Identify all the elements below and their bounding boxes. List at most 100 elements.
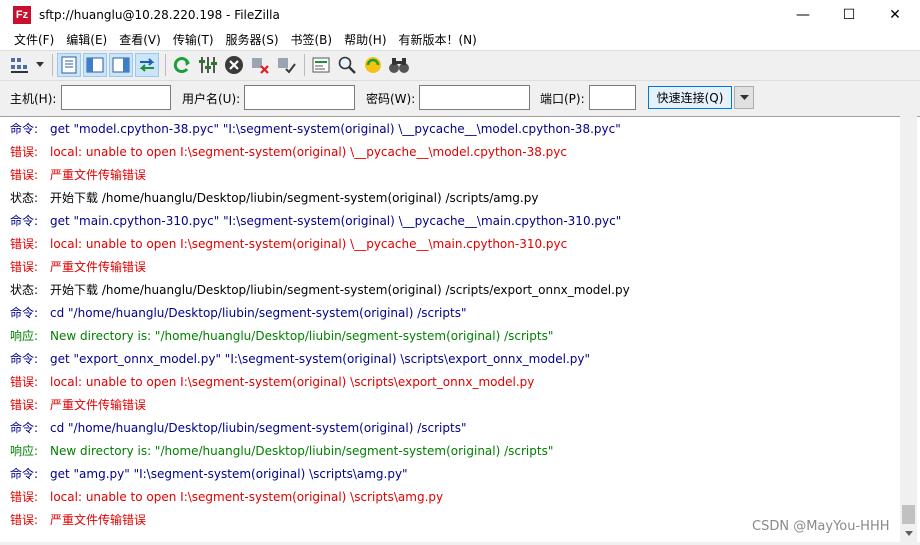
log-message: 严重文件传输错误 [50, 513, 147, 527]
log-message: New directory is: "/home/huanglu/Desktop… [50, 443, 554, 458]
log-type: 错误: [10, 398, 39, 412]
log-type: 响应: [10, 444, 39, 458]
log-message: local: unable to open I:\segment-system(… [50, 489, 444, 504]
log-type: 命令: [10, 214, 39, 228]
log-message: 开始下载 /home/huanglu/Desktop/liubin/segmen… [50, 191, 539, 205]
menu-bookmarks[interactable]: 书签(B) [285, 30, 339, 50]
log-message: get "amg.py" "I:\segment-system(original… [50, 466, 408, 481]
message-log: 命令: get "model.cpython-38.pyc" "I:\segmen… [0, 116, 920, 542]
toolbar [0, 50, 920, 78]
chevron-down-icon [36, 61, 44, 67]
menu-server[interactable]: 服务器(S) [220, 30, 285, 50]
log-message: get "export_onnx_model.py" "I:\segment-s… [50, 351, 591, 366]
binoculars-icon [389, 57, 409, 73]
log-type: 错误: [10, 145, 39, 159]
log-message: 严重文件传输错误 [50, 168, 147, 182]
log-type: 命令: [10, 306, 39, 320]
toggle-filename-filter-button[interactable] [335, 53, 359, 77]
disconnect-button[interactable] [248, 53, 272, 77]
filezilla-logo-icon: Fz [13, 6, 31, 24]
menu-edit[interactable]: 编辑(E) [60, 30, 113, 50]
scrollbar-thumb[interactable] [902, 505, 915, 524]
log-type: 错误: [10, 237, 39, 251]
transfer-arrows-icon [139, 57, 155, 72]
log-type: 错误: [10, 375, 39, 389]
menu-bar: 文件(F) 编辑(E) 查看(V) 传输(T) 服务器(S) 书签(B) 帮助(… [0, 30, 920, 50]
disconnect-icon [252, 57, 269, 74]
message-log-icon [61, 56, 77, 73]
toggle-message-log-button[interactable] [57, 52, 81, 77]
log-message: local: unable to open I:\segment-system(… [50, 236, 568, 251]
toolbar-separator [52, 53, 53, 76]
process-queue-button[interactable] [196, 53, 220, 77]
close-button[interactable]: ✕ [872, 0, 918, 30]
menu-transfer[interactable]: 传输(T) [167, 30, 220, 50]
chevron-down-icon [904, 531, 913, 536]
log-type: 命令: [10, 122, 39, 136]
log-type: 状态: [10, 283, 39, 297]
site-manager-icon [11, 57, 28, 73]
minimize-button[interactable]: — [780, 0, 826, 30]
cancel-operation-button[interactable] [222, 53, 246, 77]
maximize-icon: ☐ [842, 7, 856, 23]
reconnect-icon [278, 57, 296, 74]
menu-help[interactable]: 帮助(H) [338, 30, 392, 50]
chevron-down-icon [739, 94, 749, 100]
watermark: CSDN @MayYou-HHH [752, 519, 890, 534]
log-type: 错误: [10, 260, 39, 274]
log-message: cd "/home/huanglu/Desktop/liubin/segment… [50, 305, 467, 320]
host-input[interactable] [61, 85, 171, 110]
toggle-local-tree-button[interactable] [83, 52, 107, 77]
site-manager-dropdown[interactable] [34, 53, 46, 77]
log-message: local: unable to open I:\segment-system(… [50, 144, 567, 159]
log-type: 命令: [10, 467, 39, 481]
menu-file[interactable]: 文件(F) [8, 30, 60, 50]
sync-browse-icon [365, 56, 381, 73]
password-label: 密码(W): [366, 92, 416, 106]
maximize-button[interactable]: ☐ [826, 0, 872, 30]
reconnect-button[interactable] [274, 53, 298, 77]
log-message: 严重文件传输错误 [50, 260, 147, 274]
port-label: 端口(P): [540, 92, 585, 106]
log-type: 命令: [10, 421, 39, 435]
username-label: 用户名(U): [182, 92, 241, 106]
host-label: 主机(H): [10, 92, 57, 106]
log-type: 错误: [10, 490, 39, 504]
synchronized-browsing-button[interactable] [361, 53, 385, 77]
title-bar: Fz sftp://huanglu@10.28.220.198 - FileZi… [0, 0, 920, 30]
log-message: New directory is: "/home/huanglu/Desktop… [50, 328, 554, 343]
username-input[interactable] [244, 85, 355, 110]
log-message: 开始下载 /home/huanglu/Desktop/liubin/segmen… [50, 283, 630, 297]
cancel-icon [225, 55, 243, 74]
scroll-down-button[interactable] [900, 525, 917, 542]
log-message: get "model.cpython-38.pyc" "I:\segment-s… [50, 121, 621, 136]
toolbar-separator [304, 53, 305, 76]
directory-listing-filters-button[interactable] [309, 53, 333, 77]
log-type: 状态: [10, 191, 39, 205]
password-input[interactable] [419, 85, 530, 110]
quickconnect-button[interactable]: 快速连接(Q) [648, 86, 732, 109]
log-type: 命令: [10, 352, 39, 366]
process-queue-icon [199, 56, 217, 73]
local-tree-icon [86, 57, 104, 72]
toggle-transfer-queue-button[interactable] [135, 52, 159, 77]
log-type: 响应: [10, 329, 39, 343]
window-title: sftp://huanglu@10.28.220.198 - FileZilla [39, 8, 280, 22]
magnifier-icon [338, 56, 356, 74]
log-message: 严重文件传输错误 [50, 398, 147, 412]
menu-view[interactable]: 查看(V) [113, 30, 167, 50]
quickconnect-history-dropdown[interactable] [734, 86, 754, 109]
log-type: 错误: [10, 168, 39, 182]
quickconnect-bar: 主机(H): 用户名(U): 密码(W): 端口(P): 快速连接(Q) [0, 80, 920, 114]
log-message: cd "/home/huanglu/Desktop/liubin/segment… [50, 420, 467, 435]
search-remote-files-button[interactable] [387, 53, 411, 77]
refresh-button[interactable] [170, 53, 194, 77]
log-scrollbar[interactable] [900, 116, 917, 542]
port-input[interactable] [589, 85, 636, 110]
menu-new-version[interactable]: 有新版本！(N) [393, 30, 483, 50]
minimize-icon: — [796, 7, 810, 23]
refresh-icon [173, 56, 190, 73]
remote-tree-icon [112, 57, 130, 72]
toggle-remote-tree-button[interactable] [109, 52, 133, 77]
site-manager-button[interactable] [8, 53, 32, 77]
